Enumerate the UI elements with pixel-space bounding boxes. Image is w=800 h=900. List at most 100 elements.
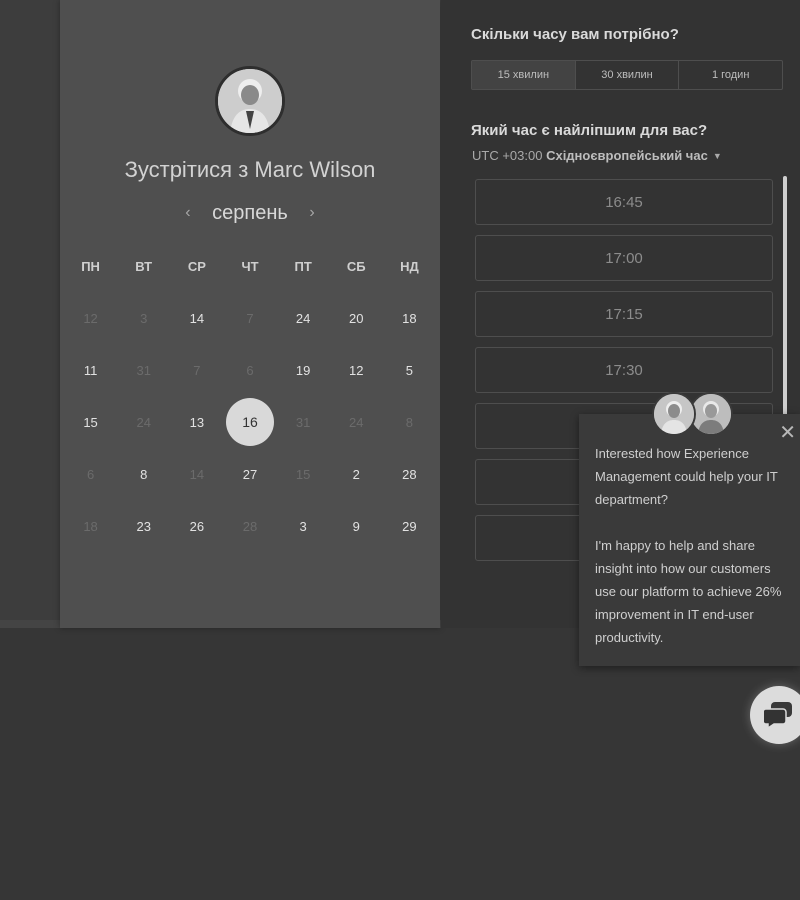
calendar-day-selected[interactable]: 16 <box>223 396 276 448</box>
day-number: 26 <box>189 518 205 534</box>
day-number: 24 <box>349 414 364 430</box>
calendar-panel: Зустрітися з Marc Wilson ‹ серпень › ПН В… <box>60 0 440 628</box>
day-number: 23 <box>136 518 151 534</box>
date-grid: 12 3 14 7 24 20 18 11 31 7 6 19 12 5 15 24 13 16 31 24 8 6 8 14… <box>64 292 436 552</box>
day-number: 8 <box>405 414 414 430</box>
day-number: 6 <box>246 362 254 378</box>
day-number: 29 <box>402 518 417 534</box>
duration-option[interactable]: 15 хвилин <box>472 61 576 89</box>
day-number: 24 <box>136 414 151 430</box>
person-icon <box>218 69 282 133</box>
calendar-day[interactable]: 8 <box>117 448 170 500</box>
calendar-day: 6 <box>64 448 117 500</box>
host-avatar <box>215 66 285 136</box>
day-number: 11 <box>83 362 98 378</box>
day-number: 31 <box>295 414 311 430</box>
calendar-day[interactable]: 27 <box>223 448 276 500</box>
person-icon <box>691 394 731 434</box>
timezone-name: Східноєвропейський час <box>546 148 708 163</box>
duration-question: Скільки часу вам потрібно? <box>471 26 679 43</box>
time-question: Який час є найліпшим для вас? <box>471 122 708 139</box>
day-number: 7 <box>193 362 201 378</box>
calendar-day[interactable]: 9 <box>330 500 383 552</box>
day-number: 6 <box>86 466 95 482</box>
calendar-week-row: 6 8 14 27 15 2 28 <box>64 448 436 500</box>
calendar-day[interactable]: 11 <box>64 344 117 396</box>
calendar-day[interactable]: 20 <box>330 292 383 344</box>
calendar-day[interactable]: 3 <box>277 500 330 552</box>
calendar-day[interactable]: 5 <box>383 344 436 396</box>
calendar-day[interactable]: 12 <box>330 344 383 396</box>
calendar-day[interactable]: 18 <box>383 292 436 344</box>
next-month-icon[interactable]: › <box>309 204 314 221</box>
day-number: 3 <box>299 518 307 534</box>
day-number: 7 <box>246 310 254 326</box>
calendar-week-row: 15 24 13 16 31 24 8 <box>64 396 436 448</box>
timezone-dropdown[interactable]: UTC +03:00 Східноєвропейський час ▼ <box>472 148 722 163</box>
person-icon <box>654 394 694 434</box>
calendar-week-row: 18 23 26 28 3 9 29 <box>64 500 436 552</box>
chat-message-line: Interested how Experience Management cou… <box>595 446 778 507</box>
day-number: 13 <box>189 414 205 430</box>
month-label: серпень <box>212 202 288 224</box>
scrollbar[interactable] <box>783 176 787 416</box>
day-number: 24 <box>295 310 311 326</box>
weekday-header: ПН ВТ СР ЧТ ПТ СБ НД <box>64 259 436 274</box>
day-number: 14 <box>189 310 205 326</box>
day-number: 18 <box>402 310 417 326</box>
host-title: Зустрітися з Marc Wilson <box>124 157 376 182</box>
close-icon[interactable]: ✕ <box>779 423 796 443</box>
calendar-week-row: 12 3 14 7 24 20 18 <box>64 292 436 344</box>
calendar-day: 31 <box>277 396 330 448</box>
calendar-day[interactable]: 24 <box>277 292 330 344</box>
calendar-day[interactable]: 19 <box>277 344 330 396</box>
prev-month-icon[interactable]: ‹ <box>185 204 190 221</box>
day-number: 8 <box>140 466 148 482</box>
calendar-day[interactable]: 15 <box>64 396 117 448</box>
calendar-day: 7 <box>223 292 276 344</box>
calendar-day[interactable]: 28 <box>383 448 436 500</box>
calendar-day: 8 <box>383 396 436 448</box>
calendar-day: 28 <box>223 500 276 552</box>
day-number: 15 <box>295 466 311 482</box>
calendar-day[interactable]: 2 <box>330 448 383 500</box>
weekday-label: ЧТ <box>241 259 259 274</box>
calendar-day[interactable]: 14 <box>170 292 223 344</box>
time-slot-button[interactable]: 17:30 <box>475 347 773 393</box>
calendar-day[interactable]: 23 <box>117 500 170 552</box>
calendar-day: 14 <box>170 448 223 500</box>
time-slot-button[interactable]: 17:00 <box>475 235 773 281</box>
day-number: 18 <box>83 518 98 534</box>
day-number: 12 <box>349 362 364 378</box>
weekday-label: ВТ <box>135 259 153 274</box>
day-number: 28 <box>242 518 258 534</box>
calendar-day[interactable]: 13 <box>170 396 223 448</box>
day-number: 14 <box>189 466 205 482</box>
day-number: 19 <box>295 362 311 378</box>
calendar-day: 31 <box>117 344 170 396</box>
calendar-week-row: 11 31 7 6 19 12 5 <box>64 344 436 396</box>
chat-message-line: I'm happy to help and share insight into… <box>595 538 782 645</box>
chat-bubble-icon <box>764 702 792 729</box>
calendar-day: 18 <box>64 500 117 552</box>
calendar-day: 6 <box>223 344 276 396</box>
calendar-day[interactable]: 26 <box>170 500 223 552</box>
caret-down-icon: ▼ <box>712 151 722 161</box>
calendar-day: 12 <box>64 292 117 344</box>
weekday-label: ПН <box>81 259 100 274</box>
weekday-label: ПТ <box>294 259 312 274</box>
chat-message: Interested how Experience Management cou… <box>595 442 795 672</box>
time-slot-button[interactable]: 16:45 <box>475 179 773 225</box>
day-number: 5 <box>405 362 414 378</box>
day-number: 12 <box>83 310 98 326</box>
duration-option[interactable]: 30 хвилин <box>576 61 680 89</box>
duration-selector: 15 хвилин 30 хвилин 1 годин <box>471 60 783 90</box>
time-slot-button[interactable]: 17:15 <box>475 291 773 337</box>
day-number: 28 <box>402 466 417 482</box>
chat-launcher-button[interactable] <box>750 686 800 744</box>
calendar-day[interactable]: 29 <box>383 500 436 552</box>
duration-option[interactable]: 1 годин <box>679 61 782 89</box>
weekday-label: НД <box>400 259 419 274</box>
agent-avatar <box>652 392 696 436</box>
day-number: 20 <box>349 310 364 326</box>
